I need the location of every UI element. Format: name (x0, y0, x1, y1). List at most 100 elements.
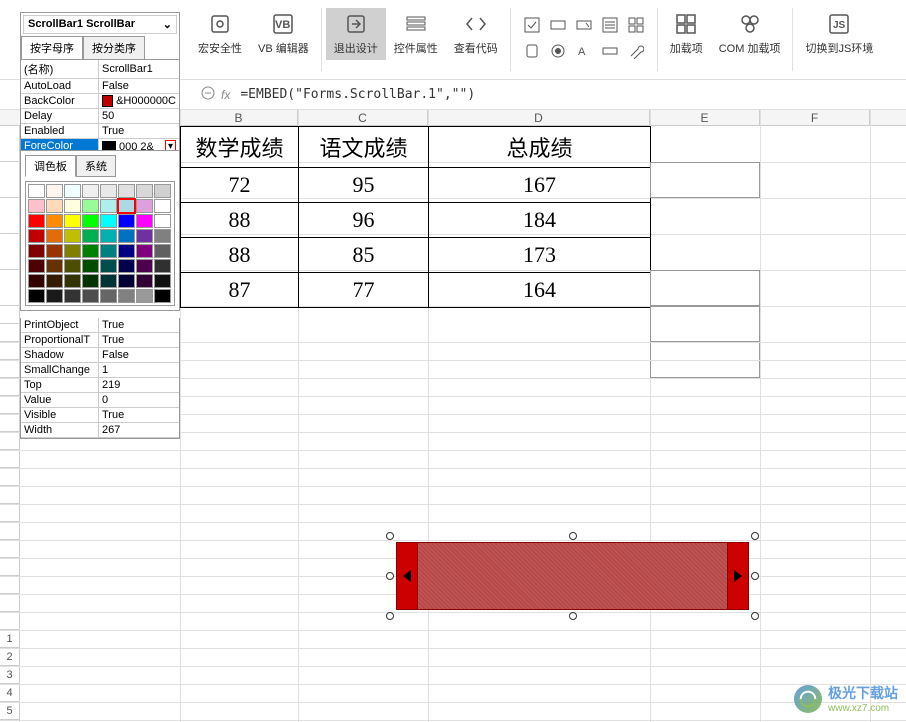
color-cell[interactable] (100, 184, 117, 198)
color-cell[interactable] (100, 214, 117, 228)
properties-title-bar[interactable]: ScrollBar1 ScrollBar ⌄ (23, 15, 177, 34)
resize-handle[interactable] (751, 572, 759, 580)
scrollbar-ctrl-icon[interactable] (601, 42, 619, 60)
property-row[interactable]: AutoLoadFalse (21, 79, 179, 94)
color-cell[interactable] (82, 229, 99, 243)
radio-icon[interactable] (549, 42, 567, 60)
property-value[interactable]: 267 (99, 423, 179, 437)
property-value[interactable]: True (99, 333, 179, 347)
listbox-icon[interactable] (601, 16, 619, 34)
resize-handle[interactable] (751, 532, 759, 540)
color-cell[interactable] (64, 274, 81, 288)
color-cell[interactable] (154, 259, 171, 273)
checkbox-icon[interactable] (523, 16, 541, 34)
resize-handle[interactable] (386, 612, 394, 620)
scrollbar-track[interactable] (396, 542, 749, 610)
vb-editor-button[interactable]: VB VB 编辑器 (250, 8, 317, 60)
color-cell[interactable] (28, 184, 45, 198)
color-cell[interactable] (82, 289, 99, 303)
color-cell[interactable] (118, 184, 135, 198)
color-cell[interactable] (46, 214, 63, 228)
color-cell[interactable] (118, 259, 135, 273)
dropdown-icon[interactable] (575, 16, 593, 34)
color-cell[interactable] (154, 229, 171, 243)
property-value[interactable]: 219 (99, 378, 179, 392)
color-cell[interactable] (82, 214, 99, 228)
macro-security-button[interactable]: 宏安全性 (190, 8, 250, 60)
color-cell[interactable] (154, 184, 171, 198)
property-row[interactable]: SmallChange1 (21, 363, 179, 378)
wrench-icon[interactable] (627, 42, 645, 60)
label-icon[interactable]: A (575, 42, 593, 60)
property-row[interactable]: ShadowFalse (21, 348, 179, 363)
scrollbar-control[interactable] (390, 536, 755, 616)
color-cell[interactable] (82, 199, 99, 213)
textbox-icon[interactable] (549, 16, 567, 34)
property-row[interactable]: PrintObjectTrue (21, 318, 179, 333)
color-cell[interactable] (136, 244, 153, 258)
more-controls-icon[interactable] (627, 16, 645, 34)
color-cell[interactable] (28, 289, 45, 303)
property-row[interactable]: Width267 (21, 423, 179, 438)
color-cell[interactable] (28, 259, 45, 273)
color-cell[interactable] (100, 259, 117, 273)
color-cell[interactable] (64, 244, 81, 258)
chevron-down-icon[interactable]: ⌄ (163, 18, 172, 31)
property-value[interactable]: 50 (99, 109, 179, 123)
color-cell[interactable] (118, 244, 135, 258)
color-cell[interactable] (28, 229, 45, 243)
property-row[interactable]: ProportionalTTrue (21, 333, 179, 348)
property-row[interactable]: Delay50 (21, 109, 179, 124)
color-cell[interactable] (118, 274, 135, 288)
color-cell[interactable] (82, 259, 99, 273)
property-value[interactable]: ScrollBar1 (99, 60, 179, 78)
property-row[interactable]: Top219 (21, 378, 179, 393)
color-cell[interactable] (46, 259, 63, 273)
color-cell[interactable] (100, 229, 117, 243)
color-cell[interactable] (46, 289, 63, 303)
color-cell[interactable] (64, 184, 81, 198)
color-cell[interactable] (136, 229, 153, 243)
control-props-button[interactable]: 控件属性 (386, 8, 446, 60)
property-row[interactable]: BackColor&H000000C (21, 94, 179, 109)
switch-js-button[interactable]: JS 切换到JS环境 (797, 8, 881, 71)
property-value[interactable]: 1 (99, 363, 179, 377)
color-cell[interactable] (100, 244, 117, 258)
color-cell[interactable] (118, 199, 135, 213)
resize-handle[interactable] (569, 612, 577, 620)
tab-alphabetical[interactable]: 按字母序 (21, 36, 83, 59)
property-value[interactable]: False (99, 348, 179, 362)
view-code-button[interactable]: 查看代码 (446, 8, 506, 60)
color-cell[interactable] (46, 274, 63, 288)
resize-handle[interactable] (751, 612, 759, 620)
color-cell[interactable] (46, 184, 63, 198)
color-cell[interactable] (64, 199, 81, 213)
color-cell[interactable] (64, 259, 81, 273)
color-tab-palette[interactable]: 调色板 (25, 155, 76, 177)
color-cell[interactable] (136, 214, 153, 228)
property-value[interactable]: &H000000C (99, 94, 179, 108)
color-cell[interactable] (136, 199, 153, 213)
color-cell[interactable] (82, 274, 99, 288)
property-value[interactable]: False (99, 79, 179, 93)
color-cell[interactable] (64, 289, 81, 303)
resize-handle[interactable] (386, 532, 394, 540)
com-addin-button[interactable]: COM 加载项 (711, 8, 789, 60)
color-cell[interactable] (64, 214, 81, 228)
color-cell[interactable] (46, 244, 63, 258)
color-cell[interactable] (28, 274, 45, 288)
color-cell[interactable] (154, 244, 171, 258)
resize-handle[interactable] (569, 532, 577, 540)
scrollbar-left-arrow[interactable] (396, 542, 418, 610)
property-row[interactable]: EnabledTrue (21, 124, 179, 139)
color-cell[interactable] (46, 229, 63, 243)
resize-handle[interactable] (386, 572, 394, 580)
color-cell[interactable] (154, 199, 171, 213)
property-value[interactable]: 0 (99, 393, 179, 407)
scrollbar-right-arrow[interactable] (727, 542, 749, 610)
exit-design-button[interactable]: 退出设计 (326, 8, 386, 60)
color-cell[interactable] (82, 244, 99, 258)
property-value[interactable]: True (99, 408, 179, 422)
color-tab-system[interactable]: 系统 (76, 155, 116, 177)
color-cell[interactable] (118, 214, 135, 228)
